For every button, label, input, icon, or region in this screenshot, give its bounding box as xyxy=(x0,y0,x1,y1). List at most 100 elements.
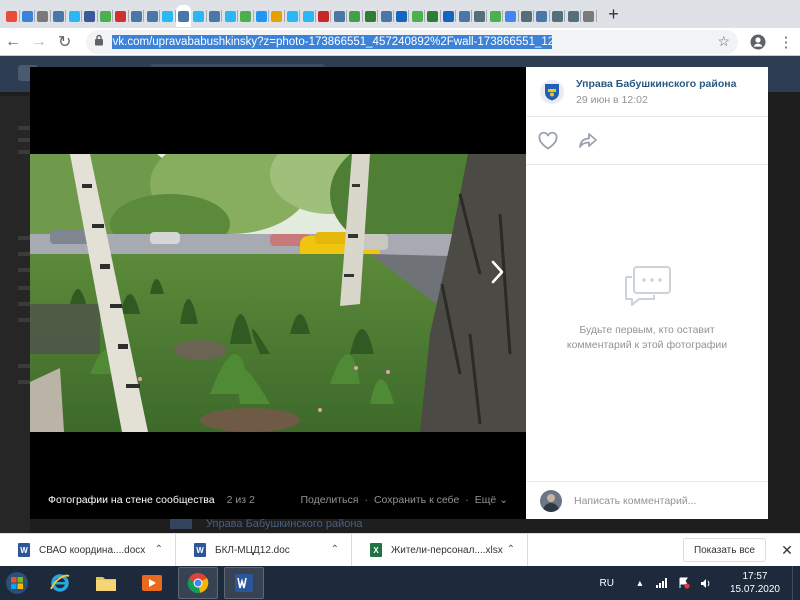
post-author-name: Управа Бабушкинского района xyxy=(206,518,363,530)
browser-tab[interactable] xyxy=(487,5,503,27)
windows-taskbar: RU ▴ 17:57 15.07.2020 xyxy=(0,566,800,600)
network-icon[interactable] xyxy=(654,577,670,589)
browser-tab[interactable] xyxy=(222,5,238,27)
browser-tab[interactable] xyxy=(238,5,254,27)
browser-tab[interactable] xyxy=(331,5,347,27)
back-arrow-icon: ← xyxy=(4,32,21,50)
browser-tab[interactable] xyxy=(66,5,82,27)
browser-tab[interactable] xyxy=(456,5,472,27)
close-downloads-icon[interactable]: ✕ xyxy=(774,542,800,559)
clock[interactable]: 17:57 15.07.2020 xyxy=(730,570,780,596)
url-text[interactable]: vk.com/upravababushkinsky?z=photo-173866… xyxy=(111,34,552,49)
show-desktop-button[interactable] xyxy=(792,566,800,600)
browser-tab[interactable] xyxy=(363,5,379,27)
more-menu[interactable]: Ещё ⌄ xyxy=(475,494,508,506)
browser-tab[interactable] xyxy=(98,5,114,27)
internet-explorer-icon xyxy=(50,574,70,592)
download-file-name: БКЛ-МЦД12.doc xyxy=(215,544,290,556)
browser-tab[interactable] xyxy=(191,5,207,27)
browser-tab[interactable] xyxy=(503,5,519,27)
reload-button[interactable]: ↻ xyxy=(52,29,78,55)
browser-tab[interactable] xyxy=(207,5,223,27)
browser-tab[interactable] xyxy=(285,5,301,27)
bookmark-star-icon[interactable]: ☆ xyxy=(717,33,730,50)
language-indicator[interactable]: RU xyxy=(599,578,613,589)
tab-favicon-icon xyxy=(209,10,221,22)
profile-avatar-icon[interactable] xyxy=(744,29,772,55)
share-arrow-icon[interactable] xyxy=(578,132,598,150)
tab-favicon-icon xyxy=(68,10,80,22)
empty-comments-text: Будьте первым, кто оставит комментарий к… xyxy=(566,324,728,351)
browser-tab[interactable] xyxy=(550,5,566,27)
address-bar[interactable]: vk.com/upravababushkinsky?z=photo-173866… xyxy=(85,29,738,54)
word-file-icon: W xyxy=(18,543,30,557)
download-item[interactable]: X Жители-персонал....xlsx ⌃ xyxy=(352,533,528,567)
show-all-downloads-button[interactable]: Показать все xyxy=(682,538,766,562)
taskbar-media-player[interactable] xyxy=(132,567,172,599)
browser-tab[interactable] xyxy=(113,5,129,27)
browser-tab[interactable] xyxy=(160,5,176,27)
browser-tab[interactable] xyxy=(129,5,145,27)
taskbar-chrome[interactable] xyxy=(178,567,218,599)
browser-tab[interactable] xyxy=(347,5,363,27)
start-button[interactable] xyxy=(0,566,34,600)
browser-tab[interactable] xyxy=(20,5,36,27)
chevron-up-icon[interactable]: ⌃ xyxy=(155,544,163,555)
tab-favicon-icon xyxy=(333,10,345,22)
taskbar-word[interactable] xyxy=(224,567,264,599)
save-link[interactable]: Сохранить к себе xyxy=(374,494,459,506)
next-photo-arrow-icon[interactable] xyxy=(485,257,509,287)
browser-tab[interactable] xyxy=(51,5,67,27)
browser-tab[interactable] xyxy=(425,5,441,27)
browser-tab[interactable] xyxy=(378,5,394,27)
photo-viewer: Фотографии на стене сообщества 2 из 2 По… xyxy=(30,67,768,519)
flag-warning-icon[interactable] xyxy=(676,577,692,589)
forward-button[interactable]: → xyxy=(26,29,52,55)
browser-tab[interactable] xyxy=(300,5,316,27)
new-tab-plus-icon[interactable]: + xyxy=(603,3,625,25)
share-link[interactable]: Поделиться xyxy=(300,494,358,506)
browser-tab[interactable] xyxy=(269,5,285,27)
tab-favicon-icon xyxy=(271,10,283,22)
tab-favicon-icon xyxy=(567,10,579,22)
heart-icon[interactable] xyxy=(538,131,558,150)
tab-favicon-icon xyxy=(146,10,158,22)
tab-favicon-icon xyxy=(520,10,532,22)
browser-tab[interactable] xyxy=(472,5,488,27)
browser-tab[interactable] xyxy=(82,5,98,27)
download-item[interactable]: W БКЛ-МЦД12.doc ⌃ xyxy=(176,533,352,567)
tab-favicon-icon xyxy=(349,10,361,22)
browser-tab[interactable] xyxy=(565,5,581,27)
photo-image[interactable] xyxy=(30,154,526,432)
tray-expand-icon[interactable]: ▴ xyxy=(632,577,648,589)
browser-tab[interactable] xyxy=(394,5,410,27)
browser-menu-icon[interactable]: ⋮ xyxy=(772,29,800,55)
excel-file-icon: X xyxy=(370,543,382,557)
browser-tab[interactable] xyxy=(175,5,192,27)
owner-name-link[interactable]: Управа Бабушкинского района xyxy=(576,78,736,90)
browser-tab[interactable] xyxy=(534,5,550,27)
album-title[interactable]: Фотографии на стене сообщества xyxy=(48,494,215,506)
browser-tab[interactable] xyxy=(35,5,51,27)
community-avatar[interactable] xyxy=(540,79,564,104)
taskbar-file-explorer[interactable] xyxy=(86,567,126,599)
browser-tab[interactable] xyxy=(441,5,457,27)
download-item[interactable]: W СВАО координа....docx ⌃ xyxy=(0,533,176,567)
browser-tab[interactable] xyxy=(409,5,425,27)
post-date[interactable]: 29 июн в 12:02 xyxy=(576,94,736,106)
back-button[interactable]: ← xyxy=(0,29,26,55)
tab-favicon-icon xyxy=(240,10,252,22)
taskbar-internet-explorer[interactable] xyxy=(40,567,80,599)
browser-tab[interactable] xyxy=(144,5,160,27)
browser-tab[interactable] xyxy=(581,5,597,27)
owner-header: Управа Бабушкинского района 29 июн в 12:… xyxy=(526,67,768,117)
chevron-up-icon[interactable]: ⌃ xyxy=(507,544,515,555)
volume-icon[interactable] xyxy=(698,577,714,589)
browser-tab[interactable] xyxy=(316,5,332,27)
browser-tab[interactable] xyxy=(519,5,535,27)
browser-tab[interactable] xyxy=(254,5,270,27)
comment-input[interactable] xyxy=(574,494,744,507)
chevron-up-icon[interactable]: ⌃ xyxy=(331,544,339,555)
tab-favicon-icon xyxy=(37,10,49,22)
browser-tab[interactable] xyxy=(4,5,20,27)
